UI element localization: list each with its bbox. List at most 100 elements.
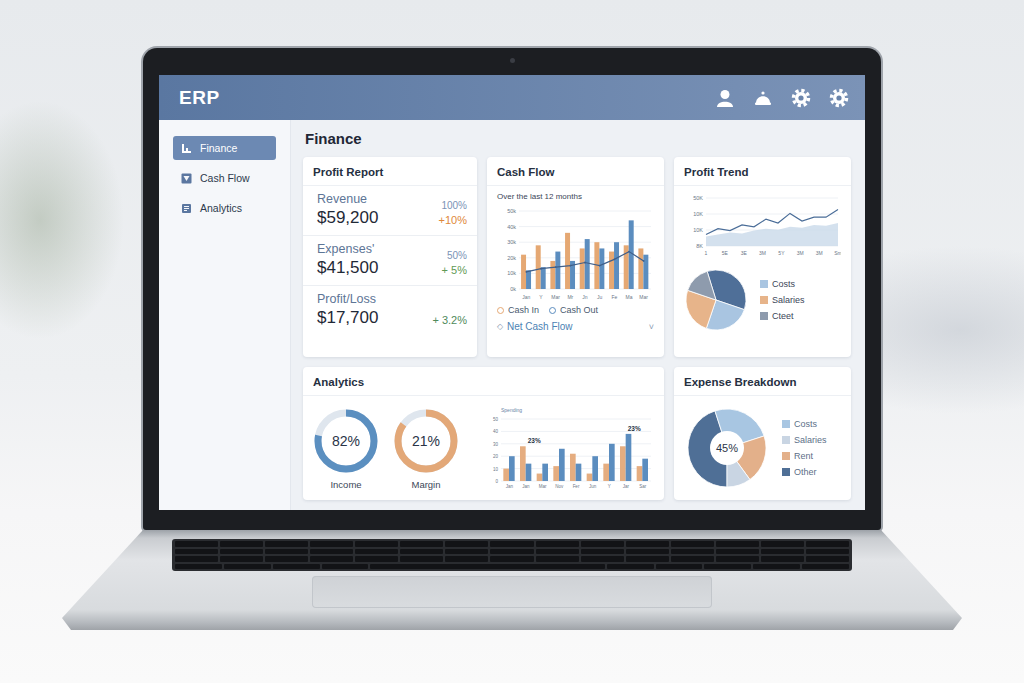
keyboard-key[interactable] bbox=[310, 541, 353, 547]
keyboard-key[interactable] bbox=[355, 549, 398, 555]
keyboard-key[interactable] bbox=[400, 556, 443, 562]
keyboard-key[interactable] bbox=[175, 541, 218, 547]
cash-in-bar[interactable] bbox=[565, 233, 570, 289]
cash-out-bar[interactable] bbox=[643, 255, 648, 289]
keyboard-key[interactable] bbox=[671, 541, 714, 547]
keyboard-key[interactable] bbox=[806, 549, 849, 555]
cash-out-bar[interactable] bbox=[614, 242, 619, 289]
settings-button[interactable] bbox=[791, 88, 811, 108]
spending-bar[interactable] bbox=[620, 446, 626, 481]
keyboard-key[interactable] bbox=[445, 541, 488, 547]
keyboard-key[interactable] bbox=[581, 549, 624, 555]
keyboard-key[interactable] bbox=[802, 564, 849, 570]
keyboard-key[interactable] bbox=[656, 564, 703, 570]
keyboard-key[interactable] bbox=[716, 556, 759, 562]
keyboard-key[interactable] bbox=[273, 564, 320, 570]
keyboard-key[interactable] bbox=[322, 564, 369, 570]
keyboard-key[interactable] bbox=[806, 541, 849, 547]
chevron-icon[interactable]: ˅ bbox=[649, 322, 654, 332]
keyboard-key[interactable] bbox=[310, 549, 353, 555]
keyboard-key[interactable] bbox=[671, 549, 714, 555]
keyboard-key[interactable] bbox=[445, 556, 488, 562]
sidebar-item[interactable]: Cash Flow bbox=[173, 166, 276, 190]
pie-slice[interactable] bbox=[688, 271, 716, 300]
keyboard-key[interactable] bbox=[265, 541, 308, 547]
keyboard-key[interactable] bbox=[265, 556, 308, 562]
keyboard-key[interactable] bbox=[490, 541, 533, 547]
keyboard-key[interactable] bbox=[490, 549, 533, 555]
keyboard-key[interactable] bbox=[536, 556, 579, 562]
keyboard-key[interactable] bbox=[490, 556, 533, 562]
keyboard-key[interactable] bbox=[175, 556, 218, 562]
income-bar[interactable] bbox=[626, 434, 632, 481]
keyboard-key[interactable] bbox=[536, 549, 579, 555]
cash-out-bar[interactable] bbox=[585, 239, 590, 289]
keyboard-key[interactable] bbox=[536, 541, 579, 547]
spending-bar[interactable] bbox=[537, 474, 543, 481]
keyboard-key[interactable] bbox=[626, 549, 669, 555]
keyboard-key[interactable] bbox=[761, 556, 804, 562]
profile-button[interactable] bbox=[715, 88, 735, 108]
keyboard-key[interactable] bbox=[175, 549, 218, 555]
income-bar[interactable] bbox=[592, 456, 598, 481]
spending-bar[interactable] bbox=[553, 466, 559, 481]
cash-in-bar[interactable] bbox=[609, 252, 614, 289]
income-bar[interactable] bbox=[642, 459, 648, 481]
notifications-button[interactable] bbox=[753, 88, 773, 108]
keyboard-key[interactable] bbox=[716, 541, 759, 547]
keyboard-key[interactable] bbox=[265, 549, 308, 555]
keyboard-key[interactable] bbox=[370, 564, 604, 570]
preferences-button[interactable] bbox=[829, 88, 849, 108]
legend-item[interactable]: Cash In bbox=[497, 305, 539, 315]
spending-bar[interactable] bbox=[503, 469, 509, 481]
keyboard-key[interactable] bbox=[224, 564, 271, 570]
cash-out-bar[interactable] bbox=[526, 270, 531, 289]
keyboard-key[interactable] bbox=[581, 541, 624, 547]
income-bar[interactable] bbox=[609, 444, 615, 481]
spending-bar[interactable] bbox=[603, 464, 609, 481]
keyboard-key[interactable] bbox=[626, 541, 669, 547]
legend-item[interactable]: Cash Out bbox=[549, 305, 598, 315]
cash-out-bar[interactable] bbox=[541, 267, 546, 289]
cash-out-bar[interactable] bbox=[599, 248, 604, 289]
income-bar[interactable] bbox=[576, 464, 582, 481]
keyboard-key[interactable] bbox=[220, 549, 263, 555]
cash-in-bar[interactable] bbox=[580, 248, 585, 289]
keyboard-key[interactable] bbox=[671, 556, 714, 562]
keyboard-key[interactable] bbox=[806, 556, 849, 562]
net-flow-selector[interactable]: ◇Net Cash Flow˅ bbox=[487, 317, 664, 334]
trackpad[interactable] bbox=[312, 576, 712, 608]
keyboard-key[interactable] bbox=[626, 556, 669, 562]
spending-bar[interactable] bbox=[520, 446, 526, 481]
keyboard-key[interactable] bbox=[716, 549, 759, 555]
sidebar-item[interactable]: Finance bbox=[173, 136, 276, 160]
cash-in-bar[interactable] bbox=[638, 248, 643, 289]
keyboard-key[interactable] bbox=[400, 541, 443, 547]
keyboard-key[interactable] bbox=[607, 564, 654, 570]
income-bar[interactable] bbox=[526, 464, 532, 481]
income-bar[interactable] bbox=[559, 449, 565, 481]
keyboard-key[interactable] bbox=[355, 541, 398, 547]
keyboard-key[interactable] bbox=[400, 549, 443, 555]
keyboard-key[interactable] bbox=[761, 541, 804, 547]
income-bar[interactable] bbox=[509, 456, 515, 481]
keyboard-key[interactable] bbox=[220, 556, 263, 562]
cash-out-bar[interactable] bbox=[555, 252, 560, 289]
cash-in-bar[interactable] bbox=[536, 245, 541, 289]
keyboard-key[interactable] bbox=[445, 549, 488, 555]
keyboard-key[interactable] bbox=[704, 564, 751, 570]
keyboard-key[interactable] bbox=[581, 556, 624, 562]
keyboard-key[interactable] bbox=[753, 564, 800, 570]
income-bar[interactable] bbox=[542, 464, 548, 481]
keyboard-key[interactable] bbox=[175, 564, 222, 570]
keyboard-key[interactable] bbox=[220, 541, 263, 547]
keyboard-key[interactable] bbox=[355, 556, 398, 562]
keyboard-key[interactable] bbox=[761, 549, 804, 555]
cash-in-bar[interactable] bbox=[550, 261, 555, 289]
cash-in-bar[interactable] bbox=[521, 255, 526, 289]
spending-bar[interactable] bbox=[637, 466, 643, 481]
sidebar-item[interactable]: Analytics bbox=[173, 196, 276, 220]
spending-bar[interactable] bbox=[570, 454, 576, 481]
spending-bar[interactable] bbox=[587, 474, 593, 481]
keyboard-key[interactable] bbox=[310, 556, 353, 562]
